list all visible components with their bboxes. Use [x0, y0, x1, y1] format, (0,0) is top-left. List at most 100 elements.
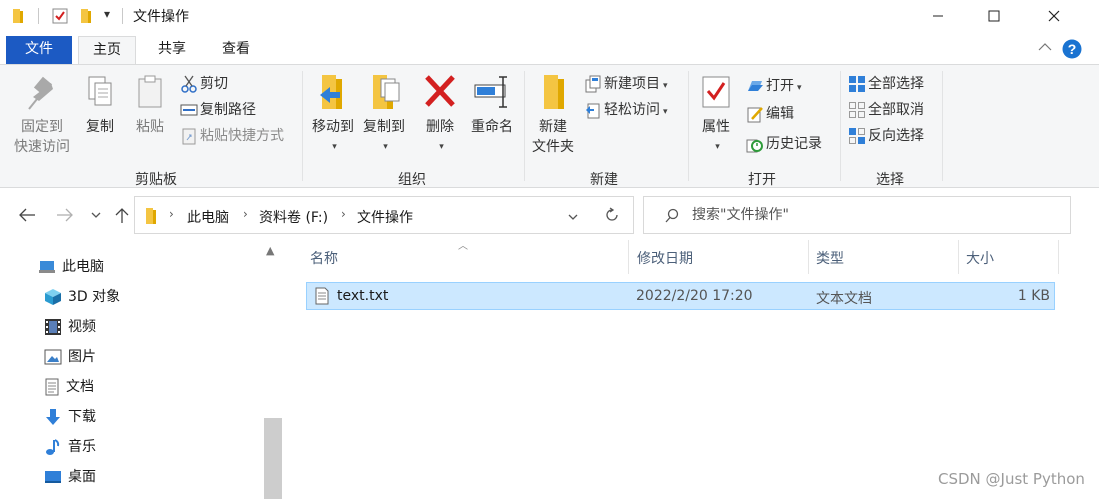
file-name[interactable]: text.txt	[337, 288, 388, 304]
edit-label: 编辑	[766, 106, 794, 122]
window-title: 文件操作	[133, 9, 189, 25]
tab-view[interactable]: 查看	[208, 36, 264, 64]
scrollbar-thumb[interactable]	[264, 418, 282, 499]
file-modified: 2022/2/20 17:20	[636, 288, 753, 304]
folder-icon	[146, 208, 156, 224]
breadcrumb-separator[interactable]: ›	[243, 207, 248, 221]
address-bar[interactable]: › 此电脑 › 资料卷 (F:) › 文件操作	[134, 196, 628, 234]
properties-quick-icon[interactable]	[52, 8, 68, 24]
quick-access-dropdown[interactable]: ▾	[104, 7, 110, 21]
copy-path-button[interactable]: 复制路径	[180, 99, 256, 121]
maximize-icon	[988, 10, 1000, 22]
rename-button[interactable]: 重命名	[466, 73, 518, 137]
close-button[interactable]	[1026, 0, 1082, 32]
svg-text:?: ?	[1068, 41, 1077, 57]
paste-shortcut-button[interactable]: 粘贴快捷方式	[180, 125, 284, 147]
delete-button[interactable]: 删除 ▾	[420, 73, 460, 157]
nav-item-this-pc[interactable]: 此电脑	[38, 254, 104, 280]
copy-to-button[interactable]: 复制到 ▾	[360, 73, 408, 157]
nav-item-3d-objects[interactable]: 3D 对象	[44, 284, 120, 310]
new-folder-button[interactable]: 新建 文件夹	[528, 73, 578, 157]
back-button[interactable]	[18, 207, 36, 223]
search-input[interactable]	[692, 205, 1052, 225]
easy-access-button[interactable]: 轻松访问 ▾	[584, 99, 668, 121]
folder-icon	[13, 9, 23, 23]
title-bar: ▾ 文件操作	[0, 0, 1099, 32]
column-divider[interactable]	[958, 240, 959, 274]
collapse-ribbon-icon[interactable]	[1038, 42, 1052, 52]
column-header-type[interactable]: 类型	[816, 248, 844, 268]
move-to-label: 移动到	[312, 119, 354, 135]
nav-item-label: 此电脑	[62, 259, 104, 275]
nav-item-videos[interactable]: 视频	[44, 314, 96, 340]
move-to-icon	[320, 75, 342, 109]
minimize-button[interactable]	[910, 0, 966, 32]
organize-group-label: 组织	[398, 172, 426, 188]
breadcrumb-this-pc[interactable]: 此电脑	[187, 207, 229, 227]
breadcrumb-separator[interactable]: ›	[169, 207, 174, 221]
copy-button[interactable]: 复制	[80, 73, 120, 137]
edit-button[interactable]: 编辑	[746, 103, 794, 125]
close-icon	[1048, 10, 1060, 22]
nav-item-music[interactable]: 音乐	[44, 434, 96, 460]
paste-button[interactable]: 粘贴	[128, 73, 172, 137]
breadcrumb-current-folder[interactable]: 文件操作	[357, 207, 413, 227]
new-folder-quick-icon[interactable]	[80, 8, 94, 24]
breadcrumb-drive-f[interactable]: 资料卷 (F:)	[259, 207, 328, 227]
ribbon-tabs: 文件 主页 共享 查看 ?	[0, 36, 1099, 66]
properties-label: 属性	[702, 119, 730, 135]
new-item-button[interactable]: 新建项目 ▾	[584, 73, 668, 95]
column-header-size[interactable]: 大小	[966, 248, 994, 268]
refresh-button[interactable]	[590, 196, 634, 234]
select-all-label: 全部选择	[868, 76, 924, 92]
column-divider[interactable]	[1058, 240, 1059, 274]
nav-item-downloads[interactable]: 下载	[44, 404, 96, 430]
nav-item-documents[interactable]: 文档	[44, 374, 94, 400]
invert-selection-button[interactable]: 反向选择	[848, 125, 924, 147]
column-divider[interactable]	[628, 240, 629, 274]
invert-selection-icon	[849, 128, 865, 144]
maximize-button[interactable]	[966, 0, 1022, 32]
divider	[122, 8, 123, 24]
address-history-chevron-icon[interactable]	[567, 212, 579, 222]
nav-item-pictures[interactable]: 图片	[44, 344, 96, 370]
select-none-label: 全部取消	[868, 102, 924, 118]
new-folder-label-line2: 文件夹	[532, 139, 574, 155]
tab-file[interactable]: 文件	[6, 36, 72, 64]
desktop-icon	[45, 471, 61, 483]
paste-shortcut-icon	[182, 128, 196, 145]
tab-home[interactable]: 主页	[78, 36, 136, 66]
open-button[interactable]: 打开 ▾	[746, 75, 802, 97]
up-button[interactable]	[114, 206, 130, 224]
chevron-down-icon: ▾	[439, 142, 444, 152]
copy-icon	[88, 76, 112, 106]
table-row[interactable]: text.txt 2022/2/20 17:20 文本文档 1 KB	[306, 282, 1055, 310]
scissors-icon	[181, 75, 197, 93]
copy-path-label: 复制路径	[200, 102, 256, 118]
ribbon-panel: 固定到 快速访问 复制 粘贴 剪切 复制路径 粘贴快捷方式 剪贴板 移动到 ▾ …	[0, 64, 1099, 188]
column-header-modified[interactable]: 修改日期	[637, 248, 693, 268]
select-all-button[interactable]: 全部选择	[848, 73, 924, 95]
move-to-button[interactable]: 移动到 ▾	[308, 73, 358, 157]
help-icon[interactable]: ?	[1062, 39, 1082, 59]
recent-locations-chevron-icon[interactable]	[90, 210, 102, 220]
paste-shortcut-label: 粘贴快捷方式	[200, 128, 284, 144]
select-none-icon	[849, 102, 865, 118]
cut-button[interactable]: 剪切	[180, 73, 228, 95]
forward-button[interactable]	[56, 207, 74, 223]
download-icon	[46, 409, 60, 425]
properties-button[interactable]: 属性 ▾	[694, 73, 738, 157]
computer-icon	[39, 261, 55, 273]
breadcrumb-separator[interactable]: ›	[341, 207, 346, 221]
column-header-name[interactable]: 名称	[310, 248, 338, 268]
pin-quick-access-button[interactable]: 固定到 快速访问	[10, 73, 74, 157]
scroll-up-arrow[interactable]: ▲	[266, 244, 274, 257]
history-button[interactable]: 历史记录	[746, 133, 822, 155]
nav-item-desktop[interactable]: 桌面	[44, 464, 96, 490]
search-box[interactable]	[643, 196, 1071, 234]
tab-share[interactable]: 共享	[145, 36, 199, 64]
select-none-button[interactable]: 全部取消	[848, 99, 924, 121]
new-folder-label-line1: 新建	[539, 119, 567, 135]
column-divider[interactable]	[808, 240, 809, 274]
nav-item-label: 文档	[66, 379, 94, 395]
